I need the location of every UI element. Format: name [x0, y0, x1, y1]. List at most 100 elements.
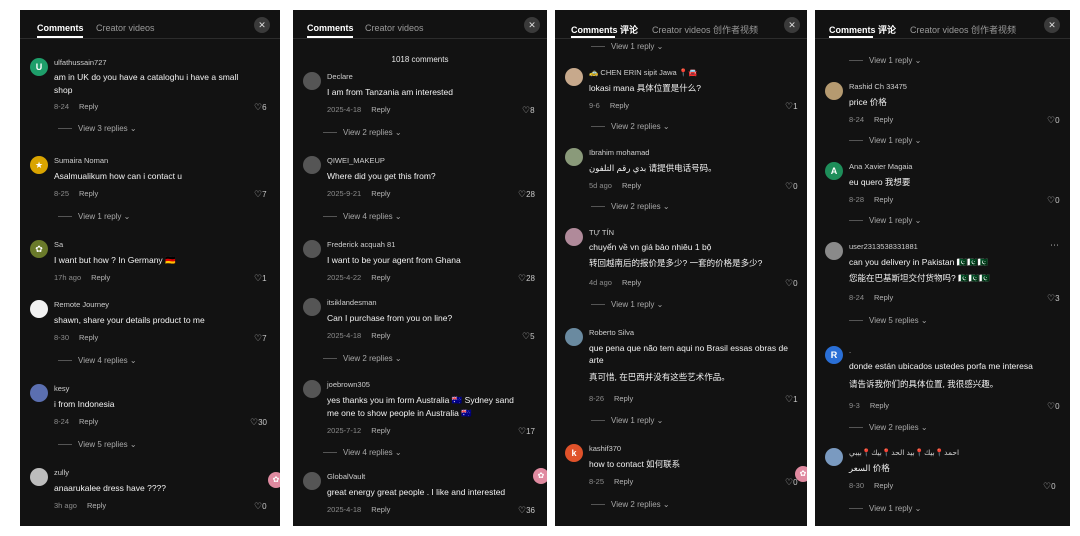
like-button[interactable]: ♡8	[522, 105, 535, 116]
avatar[interactable]	[30, 384, 48, 402]
like-button[interactable]: ♡36	[518, 505, 535, 516]
avatar[interactable]	[825, 448, 843, 466]
close-icon[interactable]: ✕	[524, 17, 540, 33]
avatar[interactable]	[565, 228, 583, 246]
avatar[interactable]	[30, 468, 48, 486]
view-replies-button[interactable]: View 1 reply ⌄	[849, 504, 921, 513]
like-button[interactable]: ♡0	[1047, 401, 1060, 412]
like-button[interactable]: ♡6	[254, 102, 267, 113]
more-options-icon[interactable]: ⋯	[1050, 240, 1059, 251]
avatar[interactable]: k	[565, 444, 583, 462]
comment-username[interactable]: QIWEI_MAKEUP	[327, 156, 385, 165]
view-replies-button[interactable]: View 1 reply ⌄	[849, 216, 921, 225]
avatar[interactable]	[303, 380, 321, 398]
like-button[interactable]: ♡1	[785, 394, 798, 405]
floating-action-icon[interactable]: ✿	[533, 468, 547, 484]
comment-username[interactable]: احمد📍بيك📍بيد الحد📍بيك📍بيبي	[849, 448, 959, 457]
comment-username[interactable]: kashif370	[589, 444, 621, 453]
like-button[interactable]: ♡1	[254, 273, 267, 284]
tab-creator-videos[interactable]: Creator videos 创作者视频	[910, 23, 1016, 36]
reply-button[interactable]: Reply	[874, 293, 893, 302]
view-replies-button[interactable]: View 2 replies ⌄	[323, 128, 402, 137]
like-button[interactable]: ♡0	[785, 181, 798, 192]
reply-button[interactable]: Reply	[371, 189, 390, 198]
avatar[interactable]	[825, 82, 843, 100]
reply-button[interactable]: Reply	[614, 394, 633, 403]
comment-username[interactable]: user2313538331881	[849, 242, 918, 251]
comment-username[interactable]: joebrown305	[327, 380, 370, 389]
view-replies-button[interactable]: View 1 reply ⌄	[849, 56, 921, 65]
close-icon[interactable]: ✕	[254, 17, 270, 33]
comment-username[interactable]: Rashid Ch 33475	[849, 82, 907, 91]
reply-button[interactable]: Reply	[874, 115, 893, 124]
like-button[interactable]: ♡0	[254, 501, 267, 512]
comment-username[interactable]: 🚕 CHEN ERIN sipit Jawa 📍🚘	[589, 68, 697, 77]
reply-button[interactable]: Reply	[622, 278, 641, 287]
view-replies-button[interactable]: View 4 replies ⌄	[323, 448, 402, 457]
comment-username[interactable]: Frederick acquah 81	[327, 240, 395, 249]
view-replies-button[interactable]: View 1 reply ⌄	[849, 136, 921, 145]
reply-button[interactable]: Reply	[79, 333, 98, 342]
view-replies-button[interactable]: View 2 replies ⌄	[323, 354, 402, 363]
avatar[interactable]: A	[825, 162, 843, 180]
view-replies-button[interactable]: View 2 replies ⌄	[591, 122, 670, 131]
avatar[interactable]	[303, 240, 321, 258]
view-replies-button[interactable]: View 1 reply ⌄	[58, 212, 130, 221]
tab-creator-videos[interactable]: Creator videos 创作者视频	[652, 23, 758, 36]
like-button[interactable]: ♡3	[1047, 293, 1060, 304]
avatar[interactable]: U	[30, 58, 48, 76]
reply-button[interactable]: Reply	[622, 181, 641, 190]
avatar[interactable]	[303, 472, 321, 490]
tab-creator-videos[interactable]: Creator videos	[365, 23, 424, 33]
comment-username[interactable]: GlobalVault	[327, 472, 365, 481]
like-button[interactable]: ♡0	[1047, 195, 1060, 206]
like-button[interactable]: ♡1	[785, 101, 798, 112]
reply-button[interactable]: Reply	[371, 331, 390, 340]
like-button[interactable]: ♡5	[522, 331, 535, 342]
avatar[interactable]: ★	[30, 156, 48, 174]
reply-button[interactable]: Reply	[79, 189, 98, 198]
reply-button[interactable]: Reply	[91, 273, 110, 282]
comment-username[interactable]: itsiklandesman	[327, 298, 377, 307]
comment-username[interactable]: Roberto Silva	[589, 328, 634, 337]
comment-username[interactable]: Sa	[54, 240, 63, 249]
avatar[interactable]	[565, 148, 583, 166]
reply-button[interactable]: Reply	[874, 481, 893, 490]
like-button[interactable]: ♡7	[254, 189, 267, 200]
view-replies-button[interactable]: View 2 replies ⌄	[591, 500, 670, 509]
view-replies-button[interactable]: View 2 replies ⌄	[849, 423, 928, 432]
view-replies-button[interactable]: View 4 replies ⌄	[323, 212, 402, 221]
like-button[interactable]: ♡17	[518, 426, 535, 437]
tab-comments[interactable]: Comments 评论	[571, 23, 638, 36]
tab-comments[interactable]: Comments 评论	[829, 23, 896, 36]
reply-button[interactable]: Reply	[87, 501, 106, 510]
avatar[interactable]	[303, 298, 321, 316]
avatar[interactable]	[565, 68, 583, 86]
view-replies-button[interactable]: View 1 reply ⌄	[591, 300, 663, 309]
view-replies-button[interactable]: View 1 reply ⌄	[591, 416, 663, 425]
view-replies-button[interactable]: View 4 replies ⌄	[58, 356, 137, 365]
tab-creator-videos[interactable]: Creator videos	[96, 23, 155, 33]
view-replies-button[interactable]: View 2 replies ⌄	[591, 202, 670, 211]
reply-button[interactable]: Reply	[371, 426, 390, 435]
comment-username[interactable]: .	[849, 346, 851, 355]
reply-button[interactable]: Reply	[79, 102, 98, 111]
view-replies-button[interactable]: View 5 replies ⌄	[58, 440, 137, 449]
avatar[interactable]	[303, 72, 321, 90]
like-button[interactable]: ♡28	[518, 273, 535, 284]
comment-username[interactable]: Declare	[327, 72, 353, 81]
tab-comments[interactable]: Comments	[307, 23, 354, 33]
close-icon[interactable]: ✕	[1044, 17, 1060, 33]
floating-action-icon[interactable]: ✿	[268, 472, 280, 488]
avatar[interactable]: ✿	[30, 240, 48, 258]
comment-username[interactable]: Ana Xavier Magaia	[849, 162, 912, 171]
close-icon[interactable]: ✕	[784, 17, 800, 33]
like-button[interactable]: ♡0	[1043, 481, 1056, 492]
avatar[interactable]	[303, 156, 321, 174]
reply-button[interactable]: Reply	[371, 273, 390, 282]
reply-button[interactable]: Reply	[874, 195, 893, 204]
avatar[interactable]: R	[825, 346, 843, 364]
reply-button[interactable]: Reply	[79, 417, 98, 426]
view-replies-button[interactable]: View 5 replies ⌄	[849, 316, 928, 325]
avatar[interactable]	[30, 300, 48, 318]
